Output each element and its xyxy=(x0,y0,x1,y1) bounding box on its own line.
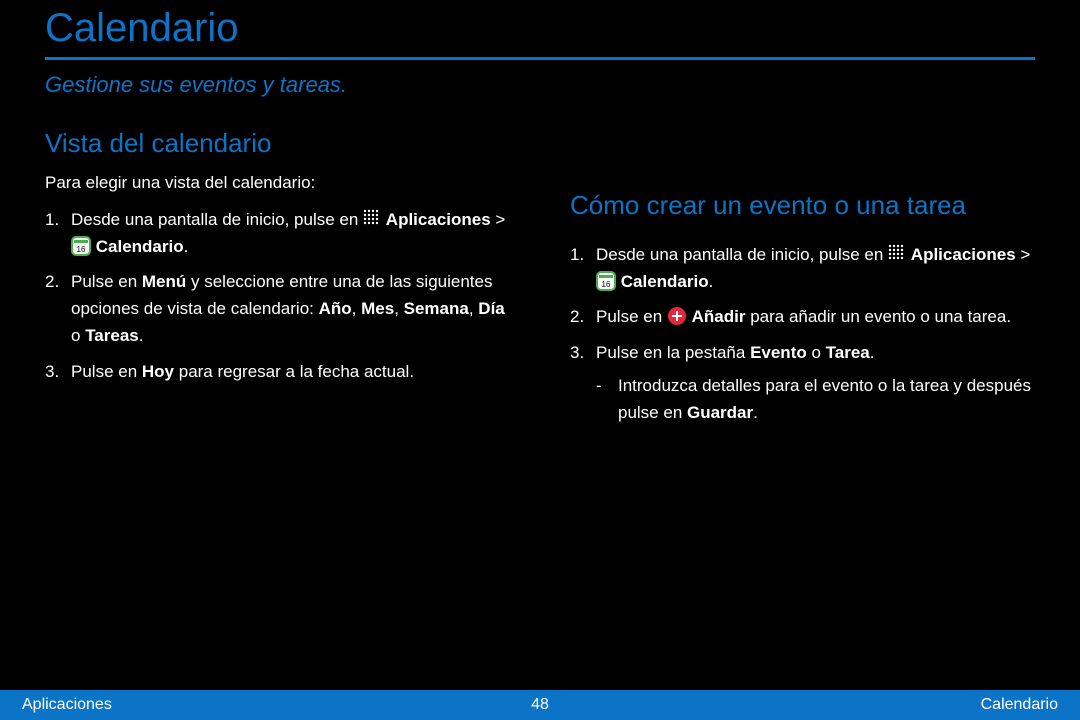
footer-page-number: 48 xyxy=(531,696,549,714)
calendar-label: Calendario xyxy=(621,272,709,291)
title-rule xyxy=(45,57,1035,60)
tasks-label: Tareas xyxy=(85,326,139,345)
menu-label: Menú xyxy=(142,272,186,291)
or: o xyxy=(807,343,826,362)
left-step-1: 1. Desde una pantalla de inicio, pulse e… xyxy=(45,206,510,260)
event-label: Evento xyxy=(750,343,807,362)
right-column: Cómo crear un evento o una tarea 1. Desd… xyxy=(540,128,1035,434)
right-step-1: 1. Desde una pantalla de inicio, pulse e… xyxy=(570,241,1035,295)
text: Pulse en xyxy=(596,307,667,326)
svg-text:16: 16 xyxy=(77,245,86,254)
step-number: 2. xyxy=(45,268,71,350)
step-number: 3. xyxy=(45,358,71,385)
period: . xyxy=(870,343,875,362)
text: Introduzca detalles para el evento o la … xyxy=(618,376,1031,422)
right-step-2: 2. Pulse en Añadir para añadir un evento… xyxy=(570,303,1035,330)
calendar-label: Calendario xyxy=(96,237,184,256)
step-number: 2. xyxy=(570,303,596,330)
week-label: Semana xyxy=(404,299,469,318)
step-number: 3. xyxy=(570,339,596,427)
step-body: Pulse en la pestaña Evento o Tarea. - In… xyxy=(596,339,1035,427)
content-columns: Vista del calendario Para elegir una vis… xyxy=(45,128,1035,434)
month-label: Mes xyxy=(361,299,394,318)
apps-grid-icon xyxy=(363,209,381,227)
text: Desde una pantalla de inicio, pulse en xyxy=(596,245,883,264)
text: Pulse en xyxy=(71,272,142,291)
apps-label: Aplicaciones xyxy=(911,245,1016,264)
right-step-3: 3. Pulse en la pestaña Evento o Tarea. -… xyxy=(570,339,1035,427)
dash: - xyxy=(596,372,618,426)
comma: , xyxy=(469,299,478,318)
comma: , xyxy=(394,299,403,318)
left-step-3: 3. Pulse en Hoy para regresar a la fecha… xyxy=(45,358,510,385)
apps-grid-icon xyxy=(888,244,906,262)
step-body: Desde una pantalla de inicio, pulse en A… xyxy=(71,206,510,260)
text: Pulse en la pestaña xyxy=(596,343,750,362)
step-body: Desde una pantalla de inicio, pulse en A… xyxy=(596,241,1035,295)
separator: > xyxy=(1020,245,1030,264)
step-number: 1. xyxy=(570,241,596,295)
section-heading-create: Cómo crear un evento o una tarea xyxy=(570,190,1035,221)
text: para añadir un evento o una tarea. xyxy=(745,307,1011,326)
page-subtitle: Gestione sus eventos y tareas. xyxy=(45,72,1035,98)
text: Pulse en xyxy=(71,362,142,381)
day-label: Día xyxy=(478,299,504,318)
period: . xyxy=(184,237,189,256)
left-step-2: 2. Pulse en Menú y seleccione entre una … xyxy=(45,268,510,350)
text: Desde una pantalla de inicio, pulse en xyxy=(71,210,358,229)
comma: , xyxy=(352,299,361,318)
step-body: Pulse en Menú y seleccione entre una de … xyxy=(71,268,510,350)
svg-text:16: 16 xyxy=(602,280,611,289)
apps-label: Aplicaciones xyxy=(386,210,491,229)
add-label: Añadir xyxy=(692,307,746,326)
step-body: Pulse en Hoy para regresar a la fecha ac… xyxy=(71,358,510,385)
page-footer: Aplicaciones 48 Calendario xyxy=(0,690,1080,720)
step-body: Pulse en Añadir para añadir un evento o … xyxy=(596,303,1035,330)
or: o xyxy=(71,326,85,345)
period: . xyxy=(753,403,758,422)
task-label: Tarea xyxy=(826,343,870,362)
page: Calendario Gestione sus eventos y tareas… xyxy=(0,0,1080,720)
text: para regresar a la fecha actual. xyxy=(174,362,414,381)
today-label: Hoy xyxy=(142,362,174,381)
sub-step: - Introduzca detalles para el evento o l… xyxy=(596,372,1035,426)
year-label: Año xyxy=(319,299,352,318)
calendar-icon: 16 xyxy=(71,236,91,256)
add-icon xyxy=(667,306,687,326)
save-label: Guardar xyxy=(687,403,753,422)
step-number: 1. xyxy=(45,206,71,260)
footer-left: Aplicaciones xyxy=(22,696,112,714)
footer-right: Calendario xyxy=(981,696,1058,714)
intro-text: Para elegir una vista del calendario: xyxy=(45,171,510,196)
calendar-icon: 16 xyxy=(596,271,616,291)
separator: > xyxy=(495,210,505,229)
period: . xyxy=(139,326,144,345)
section-heading-view: Vista del calendario xyxy=(45,128,510,159)
period: . xyxy=(709,272,714,291)
left-column: Vista del calendario Para elegir una vis… xyxy=(45,128,540,434)
page-title: Calendario xyxy=(45,0,1035,51)
sub-body: Introduzca detalles para el evento o la … xyxy=(618,372,1035,426)
